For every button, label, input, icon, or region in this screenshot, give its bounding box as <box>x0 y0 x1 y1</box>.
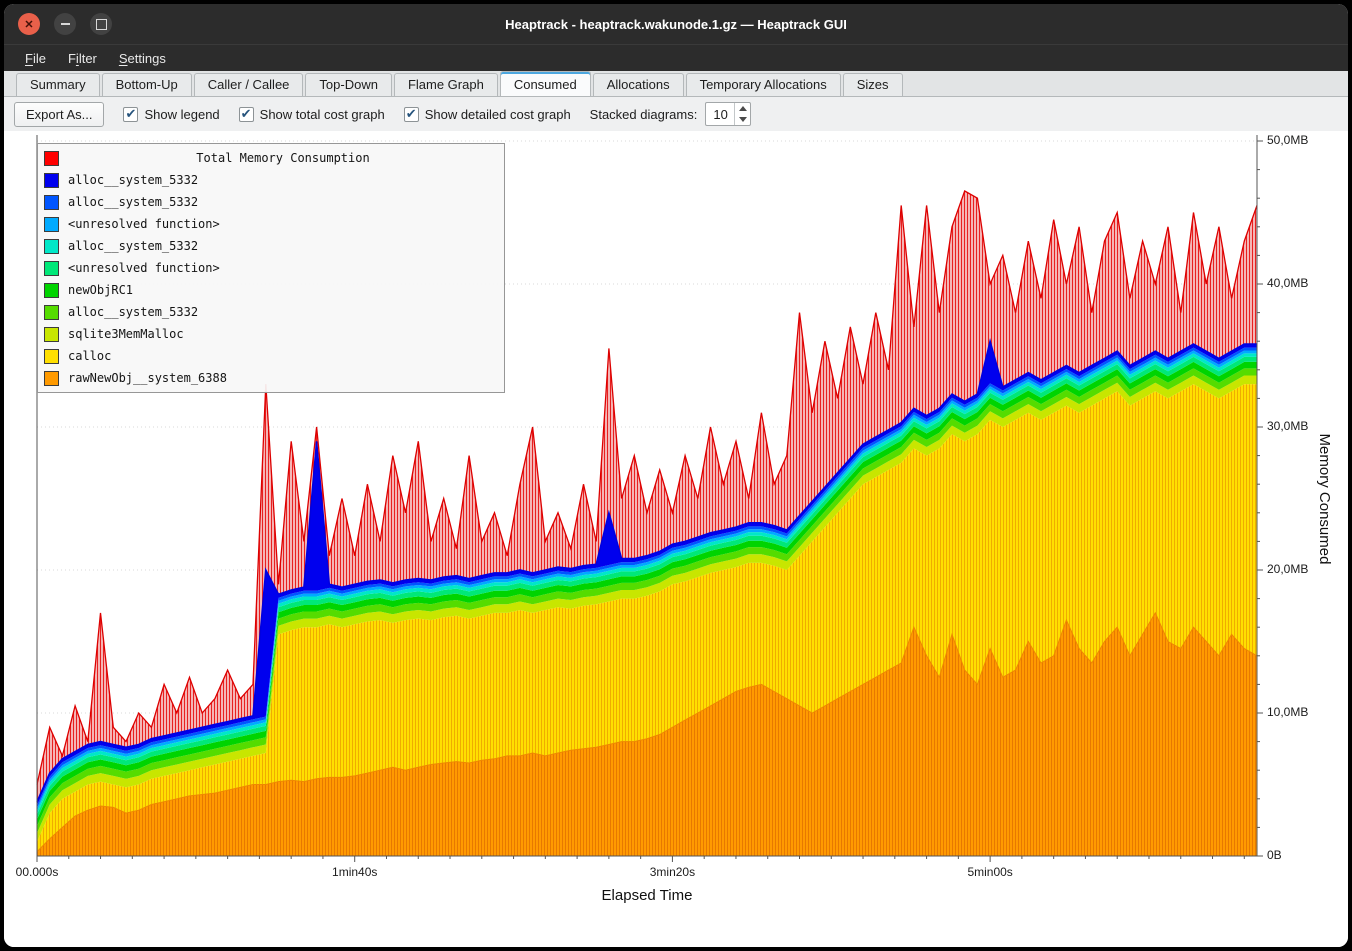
stacked-diagrams-value: 10 <box>706 103 734 125</box>
legend-item: alloc__system_5332 <box>38 235 504 257</box>
tab-sizes[interactable]: Sizes <box>843 73 903 96</box>
menubar: FileFilterSettings <box>4 44 1348 71</box>
stacked-diagrams-label: Stacked diagrams: <box>590 107 698 122</box>
show-detailed-cost-option[interactable]: Show detailed cost graph <box>404 107 571 122</box>
legend-item: sqlite3MemMalloc <box>38 323 504 345</box>
show-legend-option[interactable]: Show legend <box>123 107 219 122</box>
y-tick-label: 10,0MB <box>1267 705 1308 719</box>
tab-bottom-up[interactable]: Bottom-Up <box>102 73 192 96</box>
legend-item: alloc__system_5332 <box>38 191 504 213</box>
tab-temporary-allocations[interactable]: Temporary Allocations <box>686 73 841 96</box>
y-tick-label: 30,0MB <box>1267 419 1308 433</box>
legend-swatch-icon <box>44 217 59 232</box>
show-detailed-cost-label: Show detailed cost graph <box>425 107 571 122</box>
maximize-button[interactable] <box>90 13 112 35</box>
legend-label: alloc__system_5332 <box>68 195 198 209</box>
legend-item: newObjRC1 <box>38 279 504 301</box>
y-tick-label: 0B <box>1267 848 1282 862</box>
legend-label: Total Memory Consumption <box>68 151 498 165</box>
legend-label: <unresolved function> <box>68 217 220 231</box>
y-tick-label: 40,0MB <box>1267 276 1308 290</box>
legend-label: <unresolved function> <box>68 261 220 275</box>
spin-buttons <box>734 103 750 125</box>
stacked-diagrams-group: Stacked diagrams: 10 <box>590 102 752 126</box>
show-legend-checkbox[interactable] <box>123 107 138 122</box>
show-total-cost-checkbox[interactable] <box>239 107 254 122</box>
menu-file[interactable]: File <box>16 48 55 69</box>
tab-flame-graph[interactable]: Flame Graph <box>394 73 498 96</box>
show-detailed-cost-checkbox[interactable] <box>404 107 419 122</box>
show-total-cost-label: Show total cost graph <box>260 107 385 122</box>
legend-swatch-icon <box>44 195 59 210</box>
tab-consumed[interactable]: Consumed <box>500 71 591 96</box>
legend-item: <unresolved function> <box>38 213 504 235</box>
app-window: ✕ Heaptrack - heaptrack.wakunode.1.gz — … <box>4 4 1348 947</box>
legend-label: alloc__system_5332 <box>68 305 198 319</box>
legend-item: alloc__system_5332 <box>38 301 504 323</box>
minimize-button[interactable] <box>54 13 76 35</box>
window-title: Heaptrack - heaptrack.wakunode.1.gz — He… <box>4 17 1348 32</box>
x-tick-label: 3min20s <box>650 865 695 879</box>
x-tick-label: 00.000s <box>16 865 59 879</box>
legend-swatch-icon <box>44 371 59 386</box>
legend-item: <unresolved function> <box>38 257 504 279</box>
x-tick-label: 5min00s <box>967 865 1012 879</box>
y-tick-label: 50,0MB <box>1267 133 1308 147</box>
titlebar[interactable]: ✕ Heaptrack - heaptrack.wakunode.1.gz — … <box>4 4 1348 44</box>
tab-caller-callee[interactable]: Caller / Callee <box>194 73 304 96</box>
menu-settings[interactable]: Settings <box>110 48 175 69</box>
menu-filter[interactable]: Filter <box>59 48 106 69</box>
show-total-cost-option[interactable]: Show total cost graph <box>239 107 385 122</box>
x-tick-label: 1min40s <box>332 865 377 879</box>
tabbar: Summary Bottom-Up Caller / Callee Top-Do… <box>4 71 1348 97</box>
legend-label: alloc__system_5332 <box>68 239 198 253</box>
y-tick-label: 20,0MB <box>1267 562 1308 576</box>
legend-swatch-icon <box>44 283 59 298</box>
legend-label: rawNewObj__system_6388 <box>68 371 227 385</box>
stacked-diagrams-spinbox[interactable]: 10 <box>705 102 751 126</box>
legend-label: calloc <box>68 349 111 363</box>
legend-swatch-icon <box>44 349 59 364</box>
legend-item: rawNewObj__system_6388 <box>38 367 504 389</box>
close-button[interactable]: ✕ <box>18 13 40 35</box>
tab-allocations[interactable]: Allocations <box>593 73 684 96</box>
x-axis-title: Elapsed Time <box>602 887 693 904</box>
legend-swatch-icon <box>44 305 59 320</box>
spin-up-arrow-icon[interactable] <box>735 103 750 114</box>
spin-down-arrow-icon[interactable] <box>735 114 750 125</box>
chart-area: Total Memory Consumption alloc__system_53… <box>4 131 1348 947</box>
show-legend-label: Show legend <box>144 107 219 122</box>
tab-summary[interactable]: Summary <box>16 73 100 96</box>
chart-legend: Total Memory Consumption alloc__system_53… <box>37 143 505 393</box>
legend-label: newObjRC1 <box>68 283 133 297</box>
y-axis-title: Memory Consumed <box>1316 434 1333 565</box>
legend-swatch-icon <box>44 173 59 188</box>
legend-label: alloc__system_5332 <box>68 173 198 187</box>
legend-title-row: Total Memory Consumption <box>38 147 504 169</box>
legend-item: alloc__system_5332 <box>38 169 504 191</box>
tab-top-down[interactable]: Top-Down <box>305 73 392 96</box>
legend-label: sqlite3MemMalloc <box>68 327 184 341</box>
legend-swatch-icon <box>44 151 59 166</box>
toolbar: Export As... Show legend Show total cost… <box>4 97 1348 131</box>
legend-swatch-icon <box>44 261 59 276</box>
window-controls: ✕ <box>18 13 112 35</box>
legend-swatch-icon <box>44 327 59 342</box>
export-as-button[interactable]: Export As... <box>14 102 104 127</box>
legend-item: calloc <box>38 345 504 367</box>
legend-swatch-icon <box>44 239 59 254</box>
